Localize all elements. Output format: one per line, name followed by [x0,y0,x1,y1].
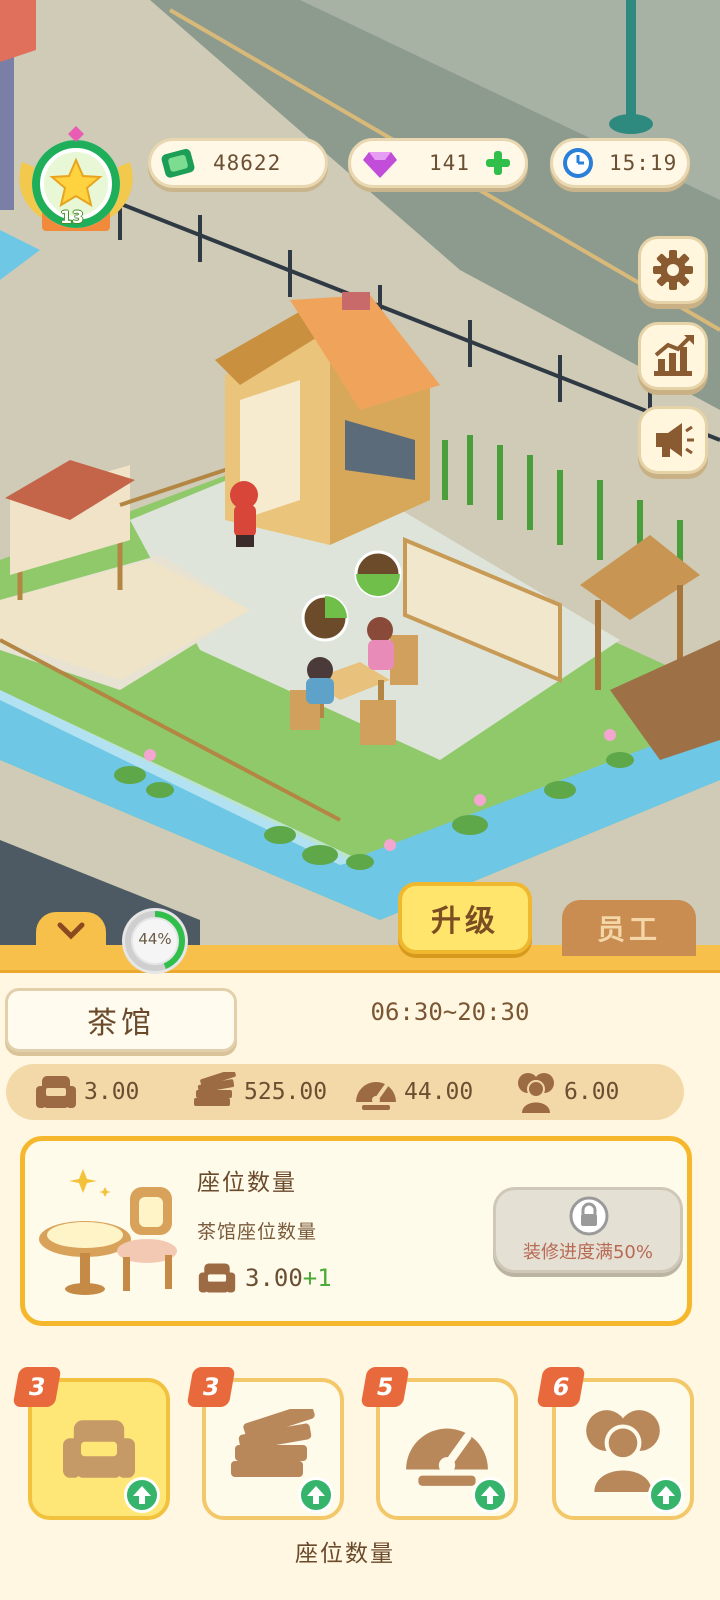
settings-button[interactable] [638,236,708,304]
arrow-up-icon [472,1477,508,1513]
collapse-panel-button[interactable] [36,912,106,950]
gem-counter[interactable]: 141 [348,138,528,188]
speedometer-icon [356,1082,396,1110]
stat-income-value: 525.00 [244,1079,328,1105]
megaphone-icon [656,423,694,457]
progress-value: 44% [138,930,172,948]
sofa-icon [36,1076,76,1108]
stats-button[interactable] [638,322,708,390]
upgrade-level-income: 3 [186,1367,236,1407]
detail-increment: +1 [302,1264,332,1292]
stat-seats: 3.00 [34,1064,139,1120]
gem-value: 141 [429,151,470,175]
selected-upgrade-label: 座位数量 [295,1541,395,1567]
chevron-down-icon [57,922,85,940]
arrow-up-icon [648,1477,684,1513]
stat-speed: 44.00 [354,1064,473,1120]
clock-icon [563,148,593,178]
customer-icon [518,1073,554,1113]
sofa-icon [63,1420,135,1478]
stat-customers-value: 6.00 [564,1079,620,1105]
chart-icon [654,335,694,376]
lock-icon [569,1196,609,1236]
stat-income: 525.00 [192,1064,327,1120]
gear-icon [653,250,693,290]
money-stack-icon [194,1072,236,1106]
renovation-progress: 44% [120,906,190,976]
speedometer-icon [406,1428,488,1486]
announcement-button[interactable] [638,406,708,474]
stats-bar: 3.00 525.00 44.00 6.00 [6,1064,684,1120]
cash-value: 48622 [213,151,282,175]
stat-seats-value: 3.00 [84,1079,140,1105]
upgrade-detail-card: 座位数量 茶馆座位数量 3.00 +1 装修进度满50% [20,1136,692,1326]
sofa-icon [198,1263,236,1293]
clock-display: 15:19 [550,138,690,188]
shop-name: 茶馆 [5,988,237,1052]
upgrade-level-customers: 6 [536,1367,586,1407]
plus-icon[interactable] [484,149,512,177]
stat-customers: 6.00 [514,1064,619,1120]
cash-icon [161,148,195,178]
detail-title: 座位数量 [197,1170,297,1196]
arrow-up-icon [298,1477,334,1513]
table-chair-icon [39,1169,177,1295]
tab-upgrade[interactable]: 升级 [398,882,532,954]
customer-icon [586,1410,660,1492]
detail-current-value: 3.00 [245,1264,303,1292]
detail-description: 茶馆座位数量 [197,1221,318,1243]
upgrade-level-speed: 5 [360,1367,410,1407]
arrow-up-icon [124,1477,160,1513]
upgrade-level-seats: 3 [12,1367,62,1407]
stat-speed-value: 44.00 [404,1079,474,1105]
money-stack-icon [231,1409,315,1477]
locked-upgrade-button[interactable]: 装修进度满50% [493,1187,683,1273]
player-level: 13 [60,208,84,228]
detail-value: 3.00 +1 [197,1259,332,1297]
clock-value: 15:19 [609,151,678,175]
tab-staff[interactable]: 员工 [562,900,696,956]
opening-hours: 06:30~20:30 [370,998,530,1026]
cash-counter[interactable]: 48622 [148,138,328,188]
gem-icon [363,152,397,178]
lock-requirement-text: 装修进度满50% [522,1242,653,1263]
